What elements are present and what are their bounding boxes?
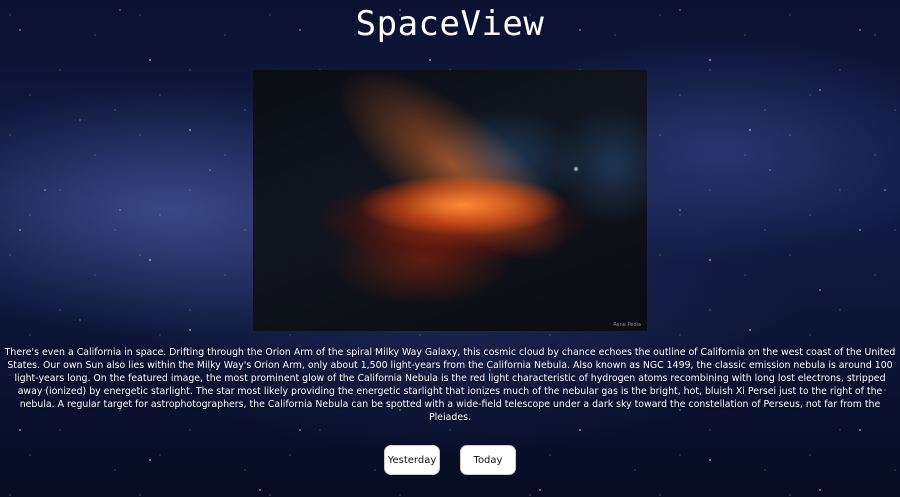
today-button[interactable]: Today [460, 445, 516, 475]
nebula-image: Rene Pedia [253, 70, 647, 331]
yesterday-button[interactable]: Yesterday [384, 445, 440, 475]
image-description: There's even a California in space. Drif… [4, 347, 896, 424]
page-title: SpaceView [355, 4, 545, 44]
image-credit: Rene Pedia [613, 322, 641, 328]
day-navigation: Yesterday Today [0, 445, 900, 475]
